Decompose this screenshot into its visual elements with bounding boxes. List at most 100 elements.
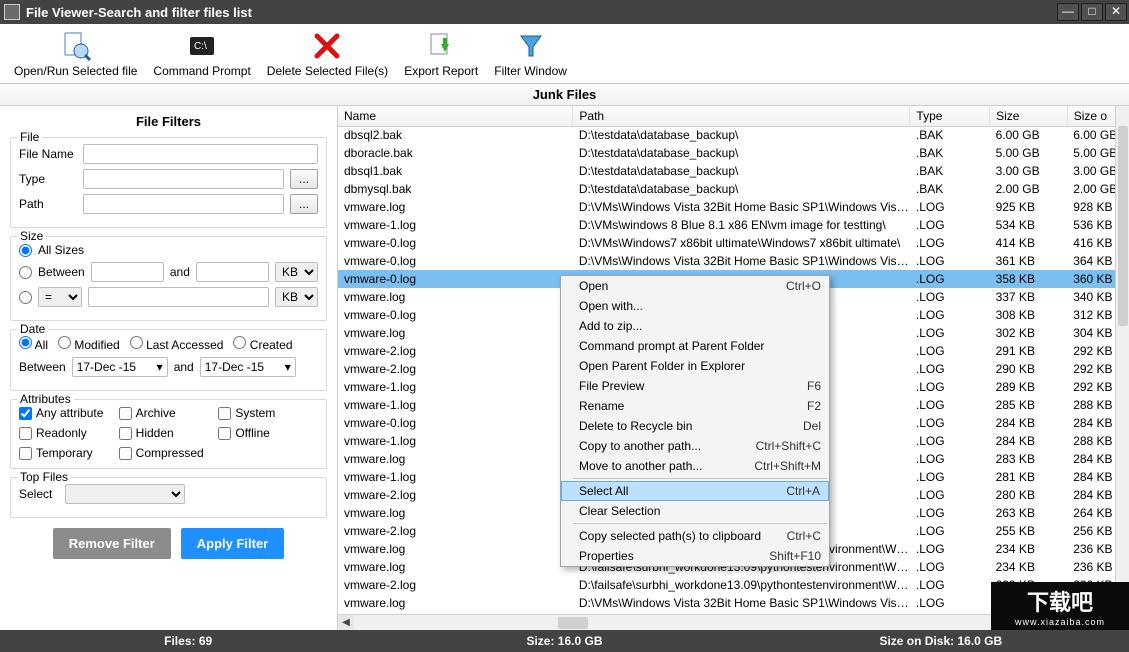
cell-type: .LOG <box>910 486 990 504</box>
context-menu-item[interactable]: Copy selected path(s) to clipboardCtrl+C <box>561 526 829 546</box>
table-row[interactable]: dbsql1.bakD:\testdata\database_backup\.B… <box>338 162 1129 180</box>
col-size[interactable]: Size <box>990 106 1068 126</box>
type-browse-button[interactable]: ... <box>290 169 318 189</box>
size-op-value-input[interactable] <box>88 287 269 307</box>
context-menu-item[interactable]: Move to another path...Ctrl+Shift+M <box>561 456 829 476</box>
context-menu-item[interactable]: Copy to another path...Ctrl+Shift+C <box>561 436 829 456</box>
table-row[interactable]: dbmysql.bakD:\testdata\database_backup\.… <box>338 180 1129 198</box>
date-created-radio[interactable] <box>233 336 246 349</box>
attr-readonly-checkbox[interactable]: Readonly <box>19 426 105 440</box>
table-row[interactable]: vmware.logD:\VMs\Windows Vista 32Bit Hom… <box>338 198 1129 216</box>
context-menu-item[interactable]: Command prompt at Parent Folder <box>561 336 829 356</box>
attr-archive-checkbox[interactable]: Archive <box>119 406 205 420</box>
command-prompt-button[interactable]: C:\ Command Prompt <box>147 28 256 80</box>
path-browse-button[interactable]: ... <box>290 194 318 214</box>
statusbar: Files: 69 Size: 16.0 GB Size on Disk: 16… <box>0 630 1129 652</box>
context-menu-item[interactable]: Add to zip... <box>561 316 829 336</box>
h-scroll-left-arrow-icon[interactable]: ◀ <box>338 615 354 630</box>
context-menu-item[interactable]: File PreviewF6 <box>561 376 829 396</box>
between-radio[interactable] <box>19 266 32 279</box>
cell-type: .LOG <box>910 270 990 288</box>
delete-button[interactable]: Delete Selected File(s) <box>261 28 394 80</box>
date-and-label: and <box>174 360 194 374</box>
path-input[interactable] <box>83 194 284 214</box>
filter-window-button[interactable]: Filter Window <box>488 28 573 80</box>
context-menu-item[interactable]: Select AllCtrl+A <box>561 481 829 501</box>
table-header-row: Name Path Type Size Size o <box>338 106 1129 126</box>
context-menu-item[interactable]: Delete to Recycle binDel <box>561 416 829 436</box>
minimize-button[interactable]: — <box>1057 3 1079 21</box>
col-type[interactable]: Type <box>910 106 990 126</box>
cell-type: .LOG <box>910 468 990 486</box>
size-to-input[interactable] <box>196 262 269 282</box>
col-name[interactable]: Name <box>338 106 573 126</box>
remove-filter-button[interactable]: Remove Filter <box>53 528 171 559</box>
path-label: Path <box>19 197 77 211</box>
attr-offline-checkbox[interactable]: Offline <box>218 426 304 440</box>
status-size-on-disk: Size on Disk: 16.0 GB <box>753 634 1129 648</box>
cell-type: .LOG <box>910 432 990 450</box>
status-size: Size: 16.0 GB <box>376 634 752 648</box>
cell-path: D:\testdata\database_backup\ <box>573 180 910 198</box>
all-sizes-radio[interactable] <box>19 244 32 257</box>
attr-compressed-checkbox[interactable]: Compressed <box>119 446 205 460</box>
attr-any-checkbox[interactable]: Any attribute <box>19 406 105 420</box>
table-row[interactable]: vmware-0.logD:\VMs\Windows7 x86bit ultim… <box>338 234 1129 252</box>
close-button[interactable]: ✕ <box>1105 3 1127 21</box>
table-row[interactable]: vmware-1.logD:\VMs\windows 8 Blue 8.1 x8… <box>338 216 1129 234</box>
table-row[interactable]: vmware-0.logD:\VMs\Windows Vista 32Bit H… <box>338 252 1129 270</box>
cell-size: 285 KB <box>990 396 1068 414</box>
date-all-radio[interactable] <box>19 336 32 349</box>
cell-size: 284 KB <box>990 432 1068 450</box>
context-menu-item[interactable]: PropertiesShift+F10 <box>561 546 829 566</box>
red-x-icon <box>311 30 343 62</box>
date-legend: Date <box>17 322 48 336</box>
table-row[interactable]: dboracle.bakD:\testdata\database_backup\… <box>338 144 1129 162</box>
cell-path: D:\VMs\Windows7 x86bit ultimate\Windows7… <box>573 234 910 252</box>
filename-input[interactable] <box>83 144 318 164</box>
vertical-scrollbar[interactable] <box>1115 106 1129 614</box>
col-path[interactable]: Path <box>573 106 910 126</box>
h-scroll-thumb[interactable] <box>558 617 588 629</box>
topfiles-select[interactable] <box>65 484 185 504</box>
op-radio[interactable] <box>19 291 32 304</box>
size-unit-select-1[interactable]: KB <box>275 262 318 282</box>
context-menu-item[interactable]: RenameF2 <box>561 396 829 416</box>
context-menu-item[interactable]: OpenCtrl+O <box>561 276 829 296</box>
cell-path: D:\testdata\database_backup\ <box>573 126 910 144</box>
size-unit-select-2[interactable]: KB <box>275 287 318 307</box>
cell-name: vmware-1.log <box>338 396 573 414</box>
cell-type: .BAK <box>910 162 990 180</box>
date-to-select[interactable]: 17-Dec -15▾ <box>200 357 296 377</box>
cell-size: 3.00 GB <box>990 162 1068 180</box>
context-menu: OpenCtrl+O Open with... Add to zip...Comma… <box>560 275 830 567</box>
size-from-input[interactable] <box>91 262 164 282</box>
menu-item-shortcut: Shift+F10 <box>769 549 821 563</box>
menu-item-label: Open with... <box>579 299 643 313</box>
type-input[interactable] <box>83 169 284 189</box>
context-menu-item[interactable]: Open Parent Folder in Explorer <box>561 356 829 376</box>
attr-hidden-checkbox[interactable]: Hidden <box>119 426 205 440</box>
section-header: Junk Files <box>0 84 1129 106</box>
cell-name: vmware-2.log <box>338 486 573 504</box>
table-row[interactable]: dbsql2.bakD:\testdata\database_backup\.B… <box>338 126 1129 144</box>
attr-temporary-checkbox[interactable]: Temporary <box>19 446 105 460</box>
export-report-button[interactable]: Export Report <box>398 28 484 80</box>
cell-size: 281 KB <box>990 468 1068 486</box>
v-scroll-thumb[interactable] <box>1118 126 1128 326</box>
export-icon <box>425 30 457 62</box>
apply-filter-button[interactable]: Apply Filter <box>181 528 285 559</box>
context-menu-item[interactable]: Open with... <box>561 296 829 316</box>
maximize-button[interactable]: □ <box>1081 3 1103 21</box>
file-legend: File <box>17 130 42 144</box>
date-modified-radio[interactable] <box>58 336 71 349</box>
date-accessed-radio[interactable] <box>130 336 143 349</box>
cell-path: D:\VMs\Windows Vista 32Bit Home Basic SP… <box>573 594 910 612</box>
cell-type: .LOG <box>910 234 990 252</box>
cell-type: .LOG <box>910 594 990 612</box>
size-op-select[interactable]: = <box>38 287 82 307</box>
open-run-button[interactable]: Open/Run Selected file <box>8 28 143 80</box>
date-from-select[interactable]: 17-Dec -15▾ <box>72 357 168 377</box>
context-menu-item[interactable]: Clear Selection <box>561 501 829 521</box>
attr-system-checkbox[interactable]: System <box>218 406 304 420</box>
